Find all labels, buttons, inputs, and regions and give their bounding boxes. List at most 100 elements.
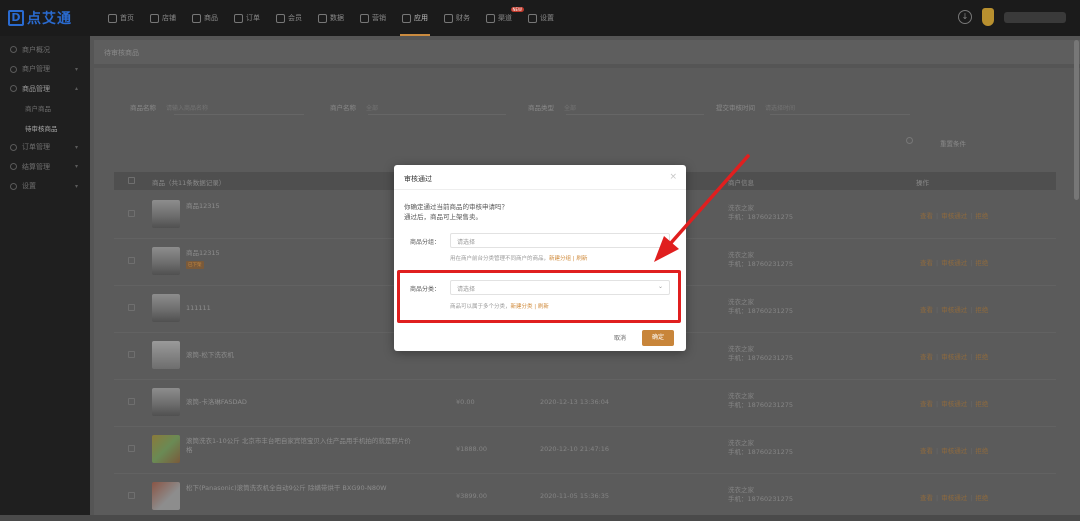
reject-link[interactable]: 拒绝	[975, 259, 988, 267]
view-link[interactable]: 查看	[920, 400, 933, 408]
settings-icon	[10, 182, 17, 190]
view-link[interactable]: 查看	[920, 494, 933, 502]
goods-thumbnail	[152, 482, 180, 510]
merchant-name: 洗衣之家	[728, 439, 754, 447]
merchant-select[interactable]: 全部	[366, 103, 378, 112]
sidebar-item-goods-manage[interactable]: 商品管理 ▴	[0, 79, 90, 99]
download-icon[interactable]: ↓	[958, 10, 972, 24]
marketing-icon	[360, 13, 369, 23]
confirm-button[interactable]: 确定	[642, 330, 674, 346]
approve-link[interactable]: 审核通过	[941, 494, 967, 502]
filter-label: 提交审核时间	[716, 104, 755, 112]
refresh-group-link[interactable]: 刷新	[576, 256, 587, 262]
nav-data[interactable]: 数据	[310, 0, 352, 36]
row-checkbox[interactable]	[128, 304, 135, 311]
view-link[interactable]: 查看	[920, 306, 933, 314]
goods-name: 商品12315	[186, 202, 220, 210]
nav-order[interactable]: 订单	[226, 0, 268, 36]
reject-link[interactable]: 拒绝	[975, 447, 988, 455]
merchant-name: 洗衣之家	[728, 392, 754, 400]
approve-link[interactable]: 审核通过	[941, 306, 967, 314]
goods-group-placeholder: 请选择	[457, 239, 476, 246]
approve-link[interactable]: 审核通过	[941, 353, 967, 361]
approve-link[interactable]: 审核通过	[941, 212, 967, 220]
view-link[interactable]: 查看	[920, 353, 933, 361]
highlight-box	[397, 270, 681, 323]
merchant-phone: 手机：18760231275	[728, 307, 793, 315]
hint-text: 用在商户前台分类管理不同商户的商品，	[450, 256, 550, 262]
merchant-name: 洗衣之家	[728, 298, 754, 306]
nav-home[interactable]: 首页	[100, 0, 142, 36]
sidebar-item-merchant-manage[interactable]: 商户管理 ▾	[0, 60, 90, 80]
table-row: 滚筒洗衣1-10公斤 北京市丰台吧自家宾馆宝贝入住产品用手机拍的就是照片价格 ¥…	[114, 427, 1056, 474]
dialog-submessage: 通过后，商品可上架售卖。	[404, 213, 482, 221]
nav-member[interactable]: 会员	[268, 0, 310, 36]
approve-link[interactable]: 审核通过	[941, 259, 967, 267]
nav-app[interactable]: 应用	[394, 0, 436, 36]
close-icon[interactable]: ×	[669, 172, 677, 182]
sidebar: 商户概况 商户管理 ▾ 商品管理 ▴ 商户商品 待审核商品 订单管理 ▾ 结算管理 ▾ …	[0, 36, 90, 515]
sidebar-item-merchant-overview[interactable]: 商户概况	[0, 40, 90, 60]
row-checkbox[interactable]	[128, 445, 135, 452]
goods-name-input[interactable]: 请输入商品名称	[166, 103, 208, 112]
view-link[interactable]: 查看	[920, 447, 933, 455]
page-scrollbar[interactable]	[1074, 40, 1079, 200]
overview-icon	[10, 46, 17, 54]
submit-time-picker[interactable]: 请选择时间	[765, 103, 795, 112]
merchant-info: 洗衣之家 手机：18760231275	[728, 486, 793, 504]
brand-name: 点艾通	[27, 11, 72, 27]
row-checkbox[interactable]	[128, 257, 135, 264]
sidebar-subitem-pending-goods[interactable]: 待审核商品	[0, 118, 90, 138]
goods-name: 滚筒-松下洗衣机	[186, 351, 234, 359]
reject-link[interactable]: 拒绝	[975, 306, 988, 314]
nav-finance[interactable]: 财务	[436, 0, 478, 36]
chevron-down-icon: ▾	[74, 182, 78, 190]
select-all-checkbox[interactable]	[128, 177, 135, 184]
nav-settings[interactable]: 设置	[520, 0, 562, 36]
nav-store[interactable]: 店铺	[142, 0, 184, 36]
merchant-name: 洗衣之家	[728, 486, 754, 494]
reset-filters-button[interactable]: 重置条件	[940, 138, 966, 148]
approve-link[interactable]: 审核通过	[941, 400, 967, 408]
view-link[interactable]: 查看	[920, 212, 933, 220]
new-group-link[interactable]: 新建分组	[549, 256, 571, 262]
nav-marketing[interactable]: 营销	[352, 0, 394, 36]
sidebar-item-order-manage[interactable]: 订单管理 ▾	[0, 138, 90, 158]
filter-goods-name: 商品名称 请输入商品名称	[130, 102, 208, 112]
dialog-message: 你确定通过当前商品的审核申请吗？	[404, 203, 508, 211]
reject-link[interactable]: 拒绝	[975, 212, 988, 220]
settlement-icon	[10, 163, 17, 171]
finance-icon	[444, 13, 453, 23]
goods-price: ¥1888.00	[456, 445, 488, 453]
store-icon	[150, 13, 159, 23]
approve-link[interactable]: 审核通过	[941, 447, 967, 455]
goods-price: ¥3899.00	[456, 492, 488, 500]
reject-link[interactable]: 拒绝	[975, 494, 988, 502]
nav-goods[interactable]: 商品	[184, 0, 226, 36]
member-icon	[276, 13, 285, 23]
dialog-title: 审核通过	[404, 175, 432, 183]
chevron-up-icon: ▴	[74, 85, 78, 93]
main-nav: 首页 店铺 商品 订单 会员 数据 营销 应用 财务 渠道 NEW 设置	[100, 0, 562, 36]
filter-merchant: 商户名称 全部	[330, 102, 378, 112]
input-underline	[566, 114, 704, 115]
row-checkbox[interactable]	[128, 398, 135, 405]
view-link[interactable]: 查看	[920, 259, 933, 267]
header-ops: 操作	[916, 179, 929, 187]
row-checkbox[interactable]	[128, 492, 135, 499]
cancel-button[interactable]: 取消	[606, 331, 634, 346]
row-checkbox[interactable]	[128, 351, 135, 358]
goods-type-select[interactable]: 全部	[564, 103, 576, 112]
user-name-blurred[interactable]	[1004, 11, 1066, 23]
reject-link[interactable]: 拒绝	[975, 400, 988, 408]
goods-group-select[interactable]: 请选择	[450, 233, 670, 248]
logo[interactable]: D 点艾通	[8, 8, 72, 28]
nav-channel[interactable]: 渠道 NEW	[478, 0, 524, 36]
sidebar-item-settlement[interactable]: 结算管理 ▾	[0, 157, 90, 177]
filter-label: 商品名称	[130, 104, 156, 112]
sidebar-item-settings[interactable]: 设置 ▾	[0, 177, 90, 197]
sidebar-subitem-merchant-goods[interactable]: 商户商品	[0, 99, 90, 119]
row-checkbox[interactable]	[128, 210, 135, 217]
row-actions: 查看 | 审核通过 | 拒绝	[920, 306, 989, 314]
reject-link[interactable]: 拒绝	[975, 353, 988, 361]
